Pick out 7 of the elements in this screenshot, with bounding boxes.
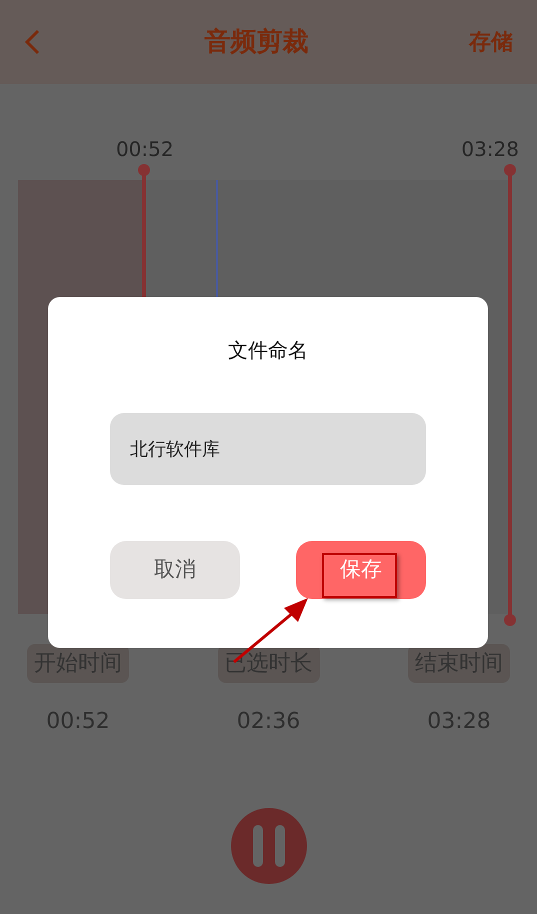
start-time-label: 00:52 <box>116 136 174 163</box>
page-title: 音频剪裁 <box>204 26 308 58</box>
name-input-field[interactable]: 北行软件库 <box>110 413 426 485</box>
pause-icon <box>250 824 286 868</box>
cancel-button[interactable]: 取消 <box>110 541 240 599</box>
end-time-label: 03:28 <box>461 136 519 163</box>
dialog-title: 文件命名 <box>227 337 309 364</box>
